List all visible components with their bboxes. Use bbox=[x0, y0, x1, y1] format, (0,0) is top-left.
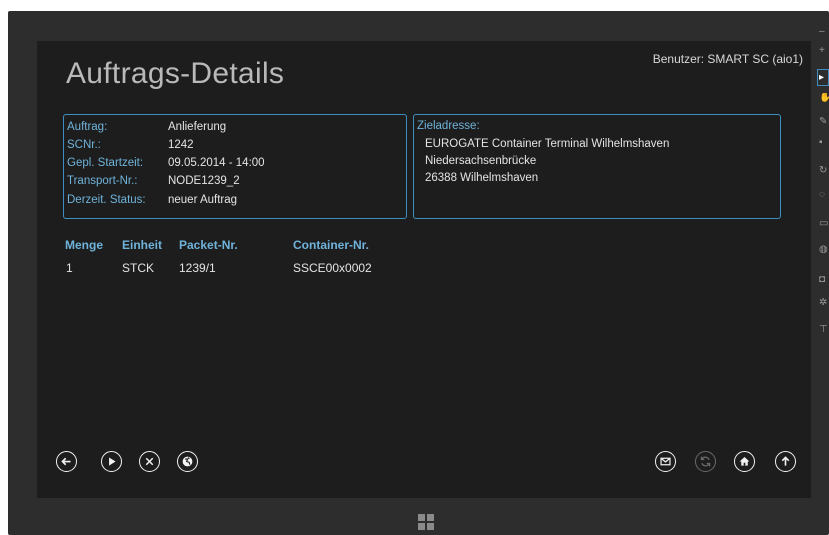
mail-icon bbox=[660, 457, 671, 466]
windows-logo-icon bbox=[418, 514, 425, 521]
table-cell-quantity[interactable]: 1 bbox=[66, 261, 73, 275]
up-arrow-icon bbox=[781, 456, 790, 466]
windows-logo-icon bbox=[427, 523, 434, 530]
scroll-up-button[interactable] bbox=[775, 451, 796, 472]
planned-start-label: Gepl. Startzeit: bbox=[67, 157, 144, 169]
rotate-icon[interactable]: ↻ bbox=[819, 166, 829, 176]
back-arrow-icon bbox=[61, 457, 71, 466]
play-icon bbox=[109, 457, 116, 466]
column-header-container-number: Container-Nr. bbox=[293, 238, 370, 252]
table-cell-container-number[interactable]: SSCE00x0002 bbox=[293, 261, 372, 275]
gear-icon[interactable]: ✲ bbox=[819, 298, 829, 308]
address-line: 26388 Wilhelmshaven bbox=[425, 172, 539, 184]
mail-button[interactable] bbox=[655, 451, 676, 472]
camera-icon[interactable]: ◘ bbox=[819, 275, 829, 285]
windows-logo-icon bbox=[427, 514, 434, 521]
refresh-button[interactable] bbox=[695, 451, 716, 472]
cancel-button[interactable] bbox=[139, 451, 160, 472]
start-button[interactable] bbox=[101, 451, 122, 472]
address-line: Niedersachsenbrücke bbox=[425, 155, 537, 167]
column-header-quantity: Menge bbox=[65, 238, 104, 252]
lasso-icon[interactable]: ◌ bbox=[819, 190, 829, 200]
home-button[interactable] bbox=[734, 451, 755, 472]
windows-logo-icon bbox=[418, 523, 425, 530]
pin-icon[interactable]: ⊤ bbox=[819, 325, 829, 335]
destination-address-label: Zieladresse: bbox=[417, 120, 480, 132]
refresh-icon bbox=[700, 456, 711, 467]
column-header-unit: Einheit bbox=[122, 238, 163, 252]
address-line: EUROGATE Container Terminal Wilhelmshave… bbox=[425, 138, 670, 150]
order-type-value: Anlieferung bbox=[168, 121, 227, 133]
pointer-icon[interactable]: ▸ bbox=[819, 73, 829, 83]
windows-start-button[interactable] bbox=[418, 514, 434, 530]
eraser-icon[interactable]: ▪ bbox=[819, 138, 829, 148]
system-tray-sidebar: – + ▸ ✋ ✎ ▪ ↻ ◌ ▭ ◍ ◘ ✲ ⊤ bbox=[817, 20, 829, 370]
globe-button[interactable] bbox=[177, 451, 198, 472]
current-status-value: neuer Auftrag bbox=[168, 194, 238, 206]
transport-number-label: Transport-Nr.: bbox=[67, 175, 138, 187]
minimize-icon[interactable]: – bbox=[819, 27, 829, 37]
home-icon bbox=[739, 457, 750, 466]
screen-icon[interactable]: ▭ bbox=[819, 219, 829, 229]
transport-number-value: NODE1239_2 bbox=[168, 175, 240, 187]
globe-small-icon[interactable]: ◍ bbox=[819, 245, 829, 255]
back-button[interactable] bbox=[56, 451, 77, 472]
table-cell-package-number[interactable]: 1239/1 bbox=[179, 261, 216, 275]
current-status-label: Derzeit. Status: bbox=[67, 194, 146, 206]
planned-start-value: 09.05.2014 - 14:00 bbox=[168, 157, 265, 169]
plus-icon[interactable]: + bbox=[819, 46, 829, 56]
sc-number-value: 1242 bbox=[168, 139, 194, 151]
hand-icon[interactable]: ✋ bbox=[819, 93, 829, 103]
globe-icon bbox=[182, 456, 193, 467]
pen-icon[interactable]: ✎ bbox=[819, 117, 829, 127]
cancel-icon bbox=[145, 457, 154, 466]
page-title: Auftrags-Details bbox=[66, 57, 285, 90]
sc-number-label: SCNr.: bbox=[67, 139, 101, 151]
column-header-package-number: Packet-Nr. bbox=[179, 238, 238, 252]
table-cell-unit[interactable]: STCK bbox=[122, 261, 154, 275]
order-type-label: Auftrag: bbox=[67, 121, 108, 133]
